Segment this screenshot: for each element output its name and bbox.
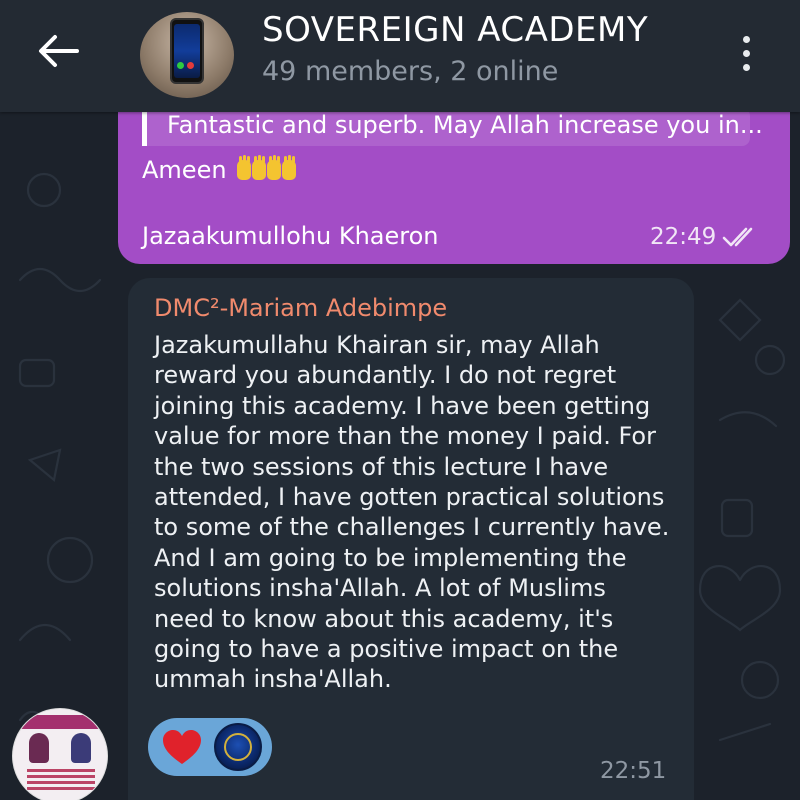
message-line: reward you abundantly. I do not regret (154, 361, 617, 390)
message-line: attended, I have gotten practical soluti… (154, 483, 665, 512)
message-line: ummah insha'Allah. (154, 665, 392, 694)
message-line: solutions insha'Allah. A lot of Muslims (154, 574, 606, 603)
message-line: need to know about this academy, it's (154, 604, 614, 633)
message-line: the two sessions of this lecture I have (154, 452, 609, 481)
more-vertical-icon (742, 35, 750, 43)
message-line: to some of the challenges I currently ha… (154, 513, 670, 542)
reply-quote-text: Fantastic and superb. May Allah increase… (167, 111, 763, 139)
more-options-button[interactable] (726, 28, 766, 78)
back-button[interactable] (28, 26, 88, 76)
sender-name[interactable]: DMC²-Mariam Adebimpe (154, 294, 447, 322)
sender-avatar[interactable] (12, 708, 108, 800)
message-time: 22:51 (600, 758, 667, 784)
message-line: Jazakumullahu Khairan sir, may Allah (154, 331, 600, 359)
outgoing-message[interactable]: Fantastic and superb. May Allah increase… (118, 96, 790, 264)
group-avatar[interactable] (140, 12, 234, 98)
message-line: Ameen (142, 156, 296, 184)
phone-image (170, 18, 204, 84)
back-arrow-icon (39, 35, 79, 67)
member-count: 49 members, 2 online (262, 56, 559, 87)
message-time: 22:49 (650, 224, 717, 250)
chat-header: SOVEREIGN ACADEMY 49 members, 2 online (0, 0, 800, 112)
message-body: Jazakumullahu Khairan sir, may Allah rew… (154, 330, 674, 695)
double-check-icon (722, 227, 753, 247)
incoming-message[interactable]: DMC²-Mariam Adebimpe Jazakumullahu Khair… (128, 278, 694, 800)
message-line: going to have a positive impact on the (154, 635, 619, 664)
reactor-avatar[interactable] (214, 723, 262, 771)
reaction-pill[interactable] (148, 718, 272, 776)
message-line: joining this academy. I have been gettin… (154, 391, 651, 420)
message-text: Jazaakumullohu Khaeron (142, 222, 439, 250)
message-line: value for more than the money I paid. Fo… (154, 422, 656, 451)
reply-quote[interactable]: Fantastic and superb. May Allah increase… (142, 108, 763, 146)
message-line: And I am going to be implementing the (154, 543, 627, 572)
message-text: Ameen (142, 156, 227, 184)
chat-title[interactable]: SOVEREIGN ACADEMY (262, 10, 722, 52)
heart-reaction[interactable] (158, 723, 206, 771)
heart-icon (163, 730, 201, 764)
raised-hands-emoji (236, 156, 296, 180)
